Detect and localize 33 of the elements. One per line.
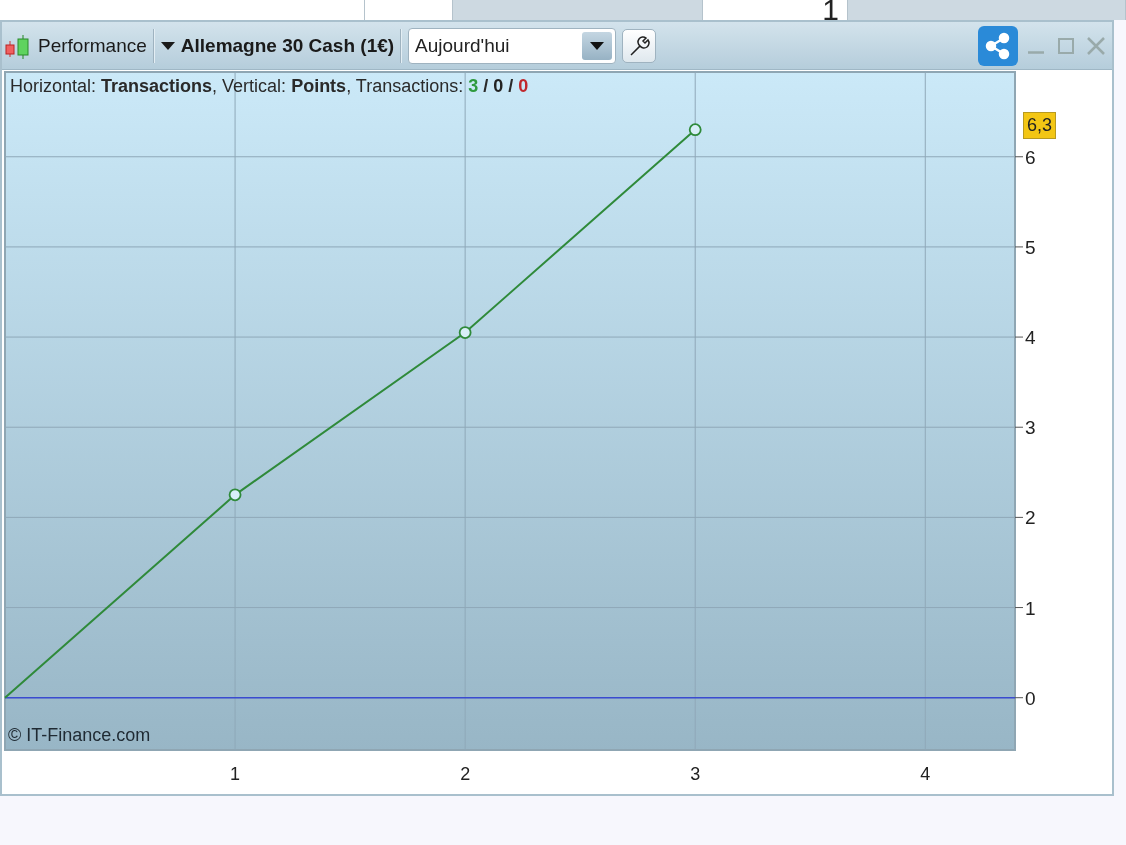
data-point [228,488,242,502]
caret-icon[interactable] [160,40,175,51]
separator: / [483,76,489,97]
close-icon [1086,35,1106,56]
y-tick-label: 3 [1025,417,1036,439]
transaction-count: 0 [518,76,529,97]
x-tick-label: 3 [690,764,701,784]
chart-title: Performance [38,34,147,57]
y-tick-label: 4 [1025,327,1036,349]
period-dropdown[interactable]: Aujourd'hui [408,27,617,64]
chart-legend: Horizontal: Transactions, Vertical: Points, Transactions: [10,76,464,97]
transaction-count: 3 [468,76,479,97]
y-tick-label: 0 [1025,687,1036,709]
x-tick-label: 1 [230,764,241,784]
settings-button[interactable] [622,28,657,63]
maximize-icon [1057,36,1075,55]
minimize-icon [1027,51,1045,54]
separator: / [508,76,514,97]
transaction-count: 0 [493,76,504,97]
value-badge: 6,3 [1023,112,1057,139]
data-point [688,123,702,137]
caret-icon[interactable] [590,40,605,51]
x-tick-label: 4 [920,764,931,784]
y-tick-label: 5 [1025,236,1036,258]
y-tick-label: 1 [1025,597,1036,619]
data-point [458,326,472,339]
table-cell: 1 [703,0,848,20]
instrument-name[interactable]: Allemagne 30 Cash (1€) [180,34,395,57]
y-tick-label: 6 [1025,146,1036,168]
share-button[interactable] [978,25,1018,66]
y-tick-label: 2 [1025,507,1036,529]
x-tick-label: 2 [460,764,471,784]
copyright-text: © IT-Finance.com [8,725,151,746]
